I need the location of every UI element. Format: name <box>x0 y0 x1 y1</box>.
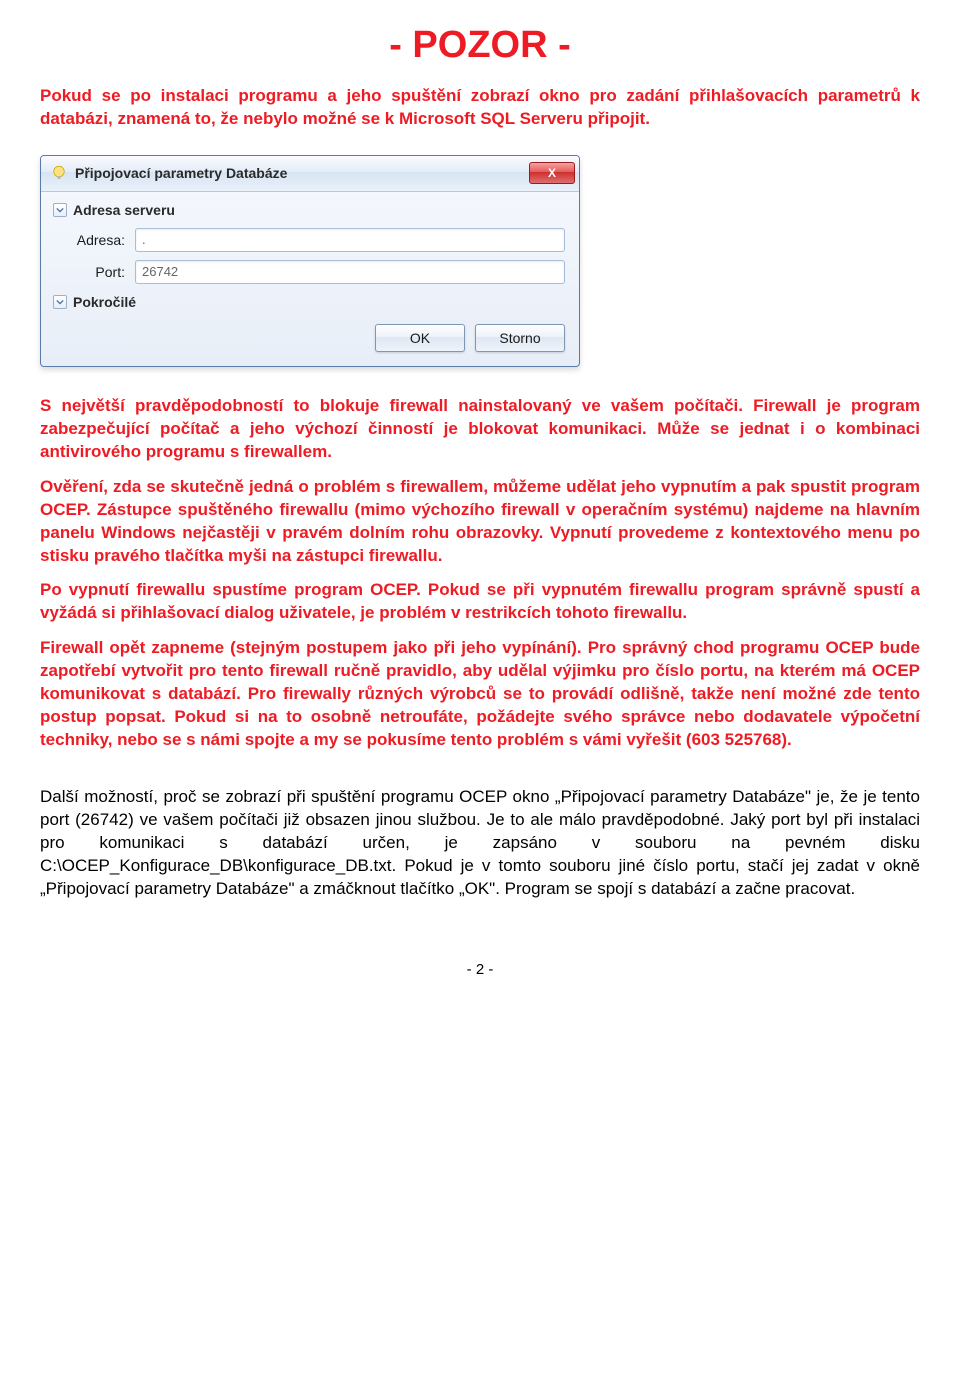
dialog-titlebar: Připojovací parametry Databáze X <box>41 156 579 192</box>
ok-button[interactable]: OK <box>375 324 465 352</box>
storno-button[interactable]: Storno <box>475 324 565 352</box>
lightbulb-icon <box>49 163 69 183</box>
advanced-section-header[interactable]: Pokročilé <box>47 288 573 316</box>
paragraph-6: Další možností, proč se zobrazí při spuš… <box>40 786 920 901</box>
chevron-down-icon <box>53 203 67 217</box>
paragraph-5: Firewall opět zapneme (stejným postupem … <box>40 637 920 752</box>
dialog-button-row: OK Storno <box>47 316 573 360</box>
close-button[interactable]: X <box>529 162 575 184</box>
port-label: Port: <box>55 264 135 280</box>
paragraph-2: S největší pravděpodobností to blokuje f… <box>40 395 920 464</box>
port-field-row: Port: <box>47 256 573 288</box>
page-heading: - POZOR - <box>40 24 920 67</box>
paragraph-4: Po vypnutí firewallu spustíme program OC… <box>40 579 920 625</box>
address-label: Adresa: <box>55 232 135 248</box>
dialog-title-text: Připojovací parametry Databáze <box>75 165 529 181</box>
dialog-body: Adresa serveru Adresa: Port: Pokročilé O… <box>41 192 579 366</box>
advanced-section-label: Pokročilé <box>73 294 136 310</box>
server-section-label: Adresa serveru <box>73 202 175 218</box>
page-number: - 2 - <box>40 961 920 978</box>
address-field-row: Adresa: <box>47 224 573 256</box>
address-input[interactable] <box>135 228 565 252</box>
connection-params-dialog: Připojovací parametry Databáze X Adresa … <box>40 155 580 367</box>
paragraph-3: Ověření, zda se skutečně jedná o problém… <box>40 476 920 568</box>
chevron-down-icon <box>53 295 67 309</box>
intro-paragraph: Pokud se po instalaci programu a jeho sp… <box>40 85 920 131</box>
server-section-header[interactable]: Adresa serveru <box>47 196 573 224</box>
port-input[interactable] <box>135 260 565 284</box>
close-icon: X <box>548 166 556 180</box>
